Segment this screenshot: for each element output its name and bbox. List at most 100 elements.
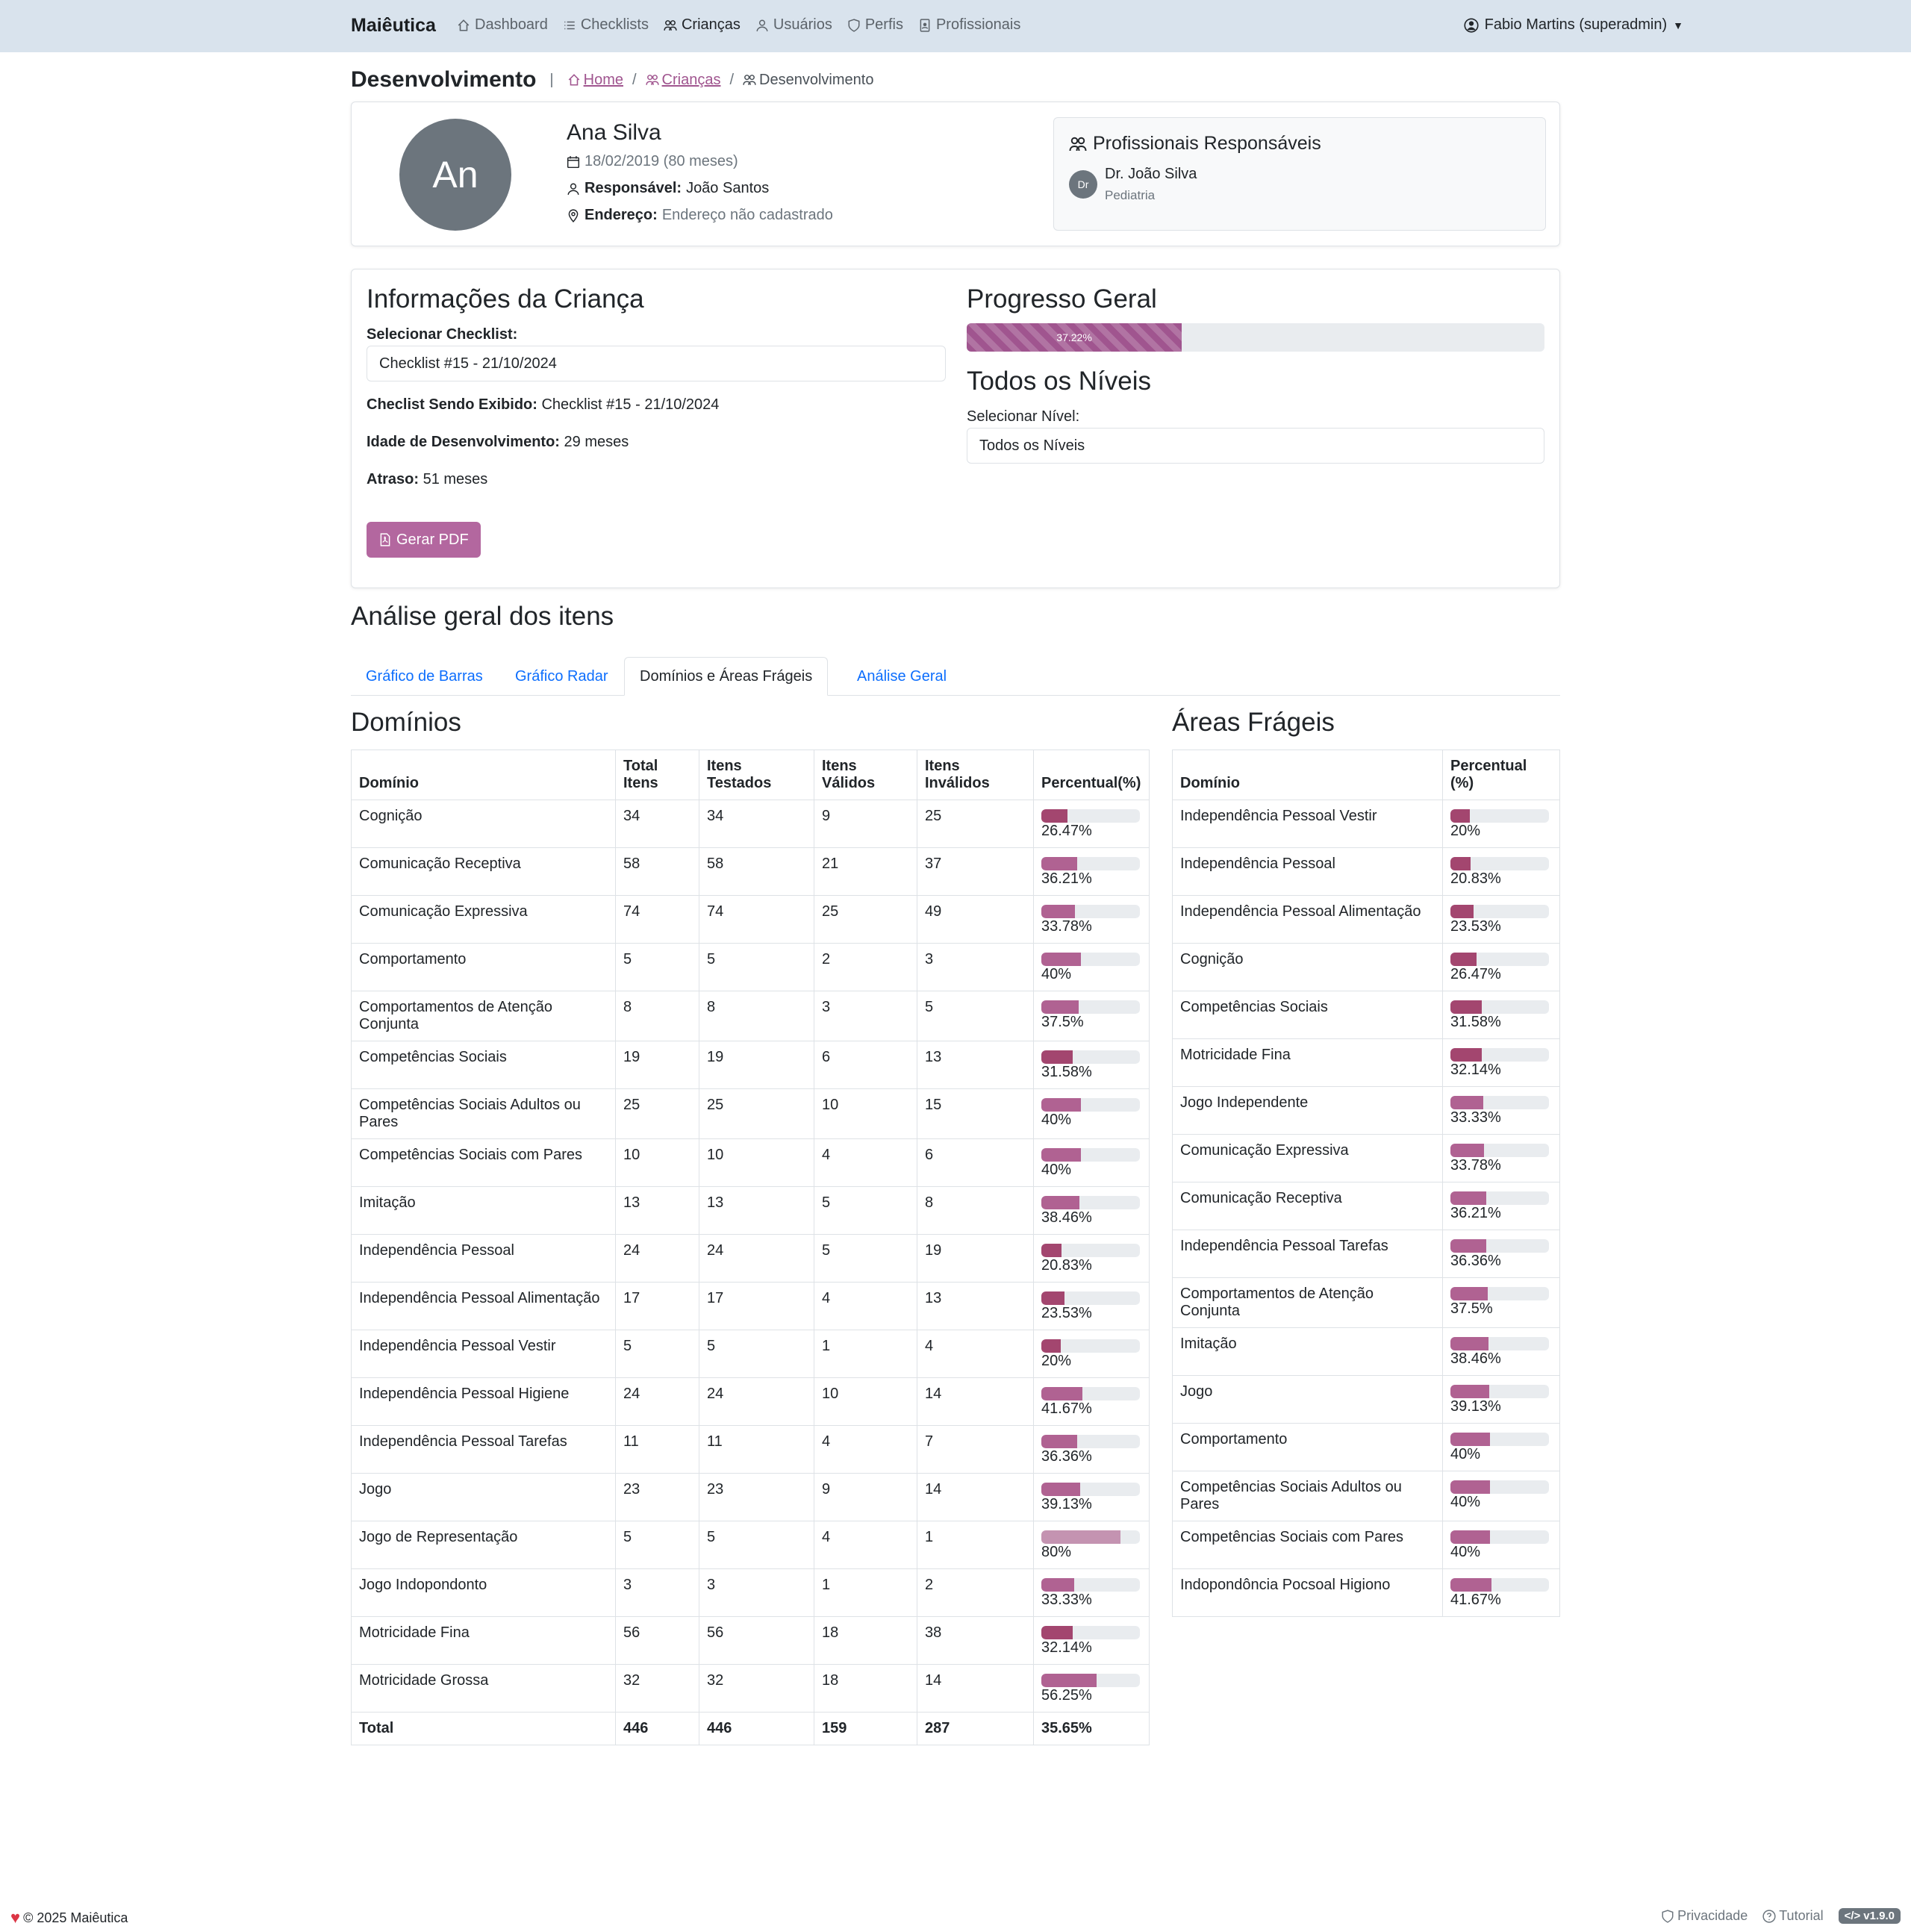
- table-row: Comunicação Expressiva 33.78%: [1172, 1134, 1560, 1182]
- nav-checklists-label: Checklists: [580, 16, 649, 33]
- tab-general-analysis[interactable]: Análise Geral: [842, 657, 961, 696]
- nav-perfis[interactable]: Perfis: [847, 16, 903, 34]
- percent-cell: 40%: [1033, 1088, 1150, 1139]
- percent-bar: [1450, 1096, 1549, 1109]
- total-items: 34: [615, 800, 699, 848]
- people-icon: [743, 75, 756, 85]
- domain-name: Independência Pessoal Alimentação: [351, 1282, 616, 1330]
- table-row: Comportamentos de Atenção Conjunta 37.5%: [1172, 1277, 1560, 1328]
- version-text: v1.9.0: [1863, 1910, 1895, 1922]
- total-items: 5: [615, 943, 699, 991]
- table-row: Comunicação Receptiva 36.21%: [1172, 1182, 1560, 1230]
- domains-header-row: Domínio Total Itens Itens Testados Itens…: [351, 750, 1150, 800]
- total-items: 13: [615, 1186, 699, 1235]
- percent-bar-fill: [1041, 1339, 1062, 1353]
- table-row: Comportamento 5 5 2 3 40%: [351, 943, 1150, 991]
- invalid-items: 4: [917, 1330, 1034, 1378]
- percent-bar: [1450, 1480, 1549, 1494]
- progress-bar-fill: 37.22%: [967, 323, 1182, 352]
- percent-cell: 40%: [1442, 1471, 1560, 1521]
- percent-bar: [1041, 809, 1140, 823]
- percent-text: 31.58%: [1041, 1064, 1092, 1080]
- table-row: Independência Pessoal Vestir 20%: [1172, 800, 1560, 848]
- tested-items: 3: [699, 1568, 814, 1617]
- nav-usuarios[interactable]: Usuários: [755, 16, 832, 34]
- invalid-items: 2: [917, 1568, 1034, 1617]
- footer-links: Privacidade Tutorial </> v1.9.0: [1661, 1908, 1901, 1924]
- fragile-domain-name: Independência Pessoal Alimentação: [1172, 895, 1443, 944]
- tab-bar-chart[interactable]: Gráfico de Barras: [351, 657, 498, 696]
- child-responsible-label: Responsável:: [584, 180, 682, 196]
- nav-criancas[interactable]: Crianças: [664, 16, 741, 34]
- page-title: Desenvolvimento: [351, 67, 537, 92]
- percent-bar: [1041, 857, 1140, 870]
- nav-checklists[interactable]: Checklists: [563, 16, 649, 34]
- fragile-domain-name: Motricidade Fina: [1172, 1038, 1443, 1087]
- tested-items: 74: [699, 895, 814, 944]
- generate-pdf-button[interactable]: Gerar PDF: [367, 522, 481, 558]
- percent-text: 37.5%: [1450, 1300, 1493, 1317]
- percent-cell: 36.36%: [1033, 1425, 1150, 1474]
- table-row: Competências Sociais 31.58%: [1172, 991, 1560, 1039]
- domain-name: Imitação: [351, 1186, 616, 1235]
- breadcrumb-criancas[interactable]: Crianças: [645, 72, 720, 89]
- total-items: 5: [615, 1330, 699, 1378]
- percent-cell: 40%: [1442, 1423, 1560, 1471]
- valid-items: 18: [814, 1616, 917, 1665]
- percent-cell: 39.13%: [1442, 1375, 1560, 1424]
- percent-cell: 20.83%: [1033, 1234, 1150, 1283]
- nav-profissionais-label: Profissionais: [935, 16, 1021, 33]
- level-select-value: Todos os Níveis: [979, 437, 1085, 454]
- percent-cell: 41.67%: [1033, 1377, 1150, 1426]
- nav-usuarios-label: Usuários: [773, 16, 832, 33]
- tab-radar-chart[interactable]: Gráfico Radar: [500, 657, 623, 696]
- percent-text: 26.47%: [1041, 823, 1092, 839]
- nav-dashboard[interactable]: Dashboard: [457, 16, 548, 34]
- percent-bar-fill: [1450, 1337, 1488, 1350]
- privacy-link[interactable]: Privacidade: [1661, 1908, 1748, 1924]
- valid-items: 6: [814, 1041, 917, 1089]
- delay-label: Atraso:: [367, 471, 420, 487]
- percent-cell: 20%: [1033, 1330, 1150, 1378]
- invalid-items: 19: [917, 1234, 1034, 1283]
- percent-text: 33.33%: [1450, 1109, 1501, 1126]
- percent-bar-fill: [1450, 1578, 1491, 1592]
- percent-bar-fill: [1041, 1674, 1097, 1687]
- percent-cell: 40%: [1442, 1521, 1560, 1569]
- percent-bar: [1450, 1287, 1549, 1300]
- people-icon: [645, 75, 659, 85]
- child-responsible-value: João Santos: [686, 180, 770, 196]
- percent-bar-fill: [1041, 1196, 1079, 1209]
- nav-profissionais[interactable]: Profissionais: [918, 16, 1020, 34]
- table-row: Independência Pessoal Tarefas 11 11 4 7 36.36…: [351, 1425, 1150, 1474]
- percent-bar: [1041, 1435, 1140, 1448]
- table-row: Independência Pessoal Alimentação 23.53%: [1172, 895, 1560, 944]
- fragile-domain-name: Independência Pessoal Tarefas: [1172, 1230, 1443, 1278]
- valid-items: 9: [814, 1473, 917, 1521]
- tab-domains-fragile[interactable]: Domínios e Áreas Frágeis: [624, 657, 829, 696]
- list-icon: [564, 21, 575, 29]
- breadcrumb-home[interactable]: Home: [567, 72, 623, 89]
- percent-text: 56.25%: [1041, 1687, 1092, 1704]
- table-row: Imitação 38.46%: [1172, 1327, 1560, 1376]
- percent-cell: 80%: [1033, 1521, 1150, 1569]
- domains-title: Domínios: [351, 708, 461, 737]
- child-address: Endereço: Endereço não cadastrado: [567, 207, 833, 224]
- brand-logo[interactable]: Maiêutica: [351, 15, 436, 37]
- col-percent: Percentual(%): [1033, 750, 1150, 800]
- invalid-items: 3: [917, 943, 1034, 991]
- table-row: Independência Pessoal 24 24 5 19 20.83%: [351, 1234, 1150, 1283]
- user-menu[interactable]: Fabio Martins (superadmin) ▼: [1464, 16, 1683, 34]
- checklist-select[interactable]: Checklist #15 - 21/10/2024: [367, 346, 946, 381]
- percent-text: 20.83%: [1450, 870, 1501, 887]
- percent-bar-fill: [1041, 1098, 1081, 1112]
- invalid-items: 5: [917, 991, 1034, 1041]
- domain-name: Comunicação Receptiva: [351, 847, 616, 896]
- level-select[interactable]: Todos os Níveis: [967, 428, 1544, 464]
- percent-text: 41.67%: [1041, 1400, 1092, 1417]
- valid-items: 3: [814, 991, 917, 1041]
- invalid-items: 1: [917, 1521, 1034, 1569]
- fragile-domain-name: Comunicação Expressiva: [1172, 1134, 1443, 1182]
- tutorial-link[interactable]: Tutorial: [1762, 1908, 1824, 1924]
- fragile-domain-name: Indopondôncia Pocsoal Higiono: [1172, 1568, 1443, 1617]
